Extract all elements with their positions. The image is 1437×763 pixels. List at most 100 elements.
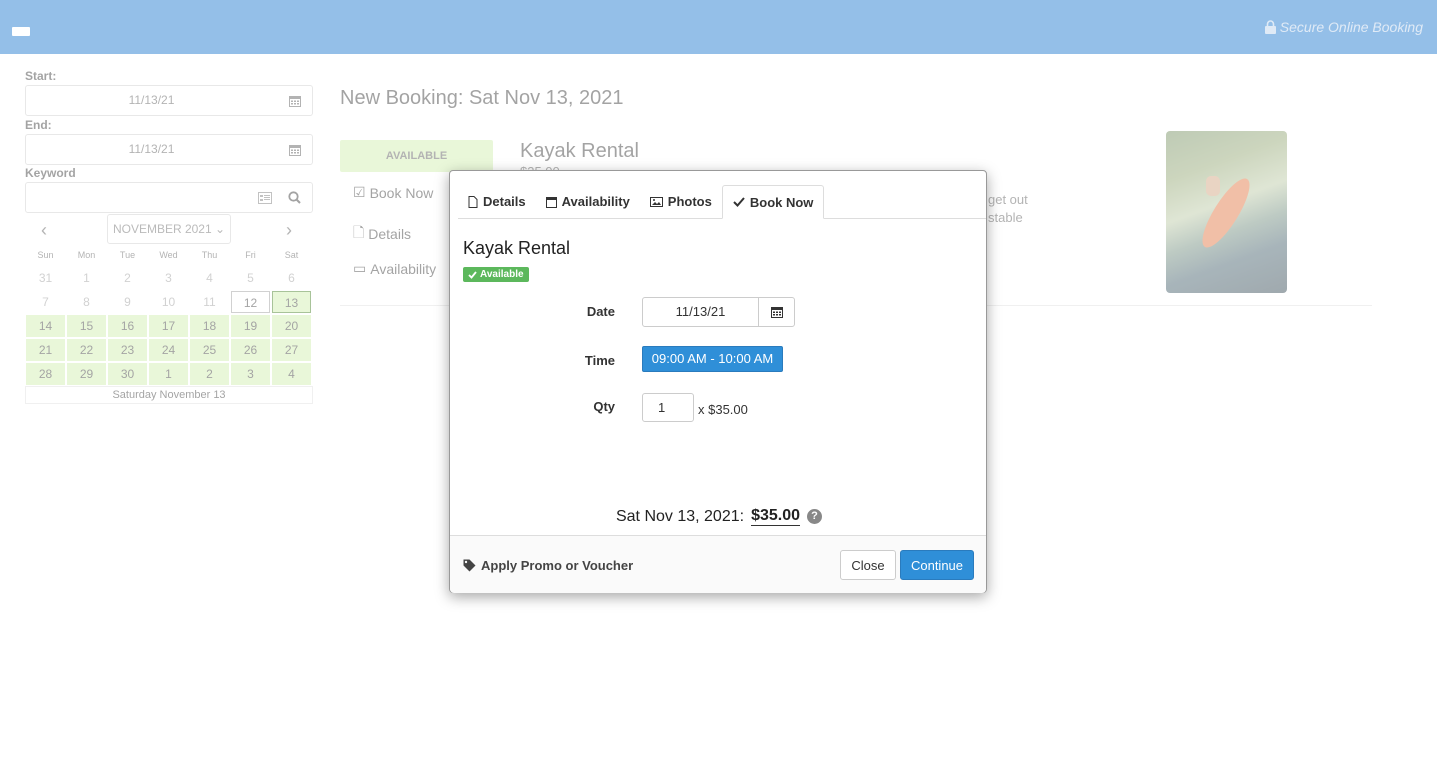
top-bar: Secure Online Booking [0,0,1437,54]
side-link-details[interactable]: 🗋 Details [353,222,411,246]
weekday-label: Mon [77,250,96,260]
available-badge: Available [463,267,529,282]
calendar-day: 4 [206,271,213,285]
weekday-label: Fri [245,250,256,260]
calendar-day[interactable]: 27 [272,339,311,361]
calendar-day[interactable]: 21 [26,339,65,361]
calendar-day[interactable]: 18 [190,315,229,337]
date-label: Date [586,304,615,319]
calendar-grid: 31 1 2 3 4 5 6 7 8 9 10 11 12 13 14 15 16 17 18 19 20 21 22 23 2… [25,266,313,386]
calendar-day[interactable]: 29 [67,363,106,385]
calendar-day[interactable]: 25 [190,339,229,361]
date-calendar-button[interactable] [758,297,795,327]
calendar-day[interactable]: 26 [231,339,270,361]
calendar-day[interactable]: 17 [149,315,188,337]
tab-availability[interactable]: Availability [536,185,640,218]
calendar-day[interactable]: 14 [26,315,65,337]
side-link-book-now[interactable]: ☑ Book Now [353,184,433,201]
calendar-icon [288,144,301,156]
apply-promo-link[interactable]: Apply Promo or Voucher [463,558,633,573]
date-input[interactable]: 11/13/21 [642,297,759,327]
kayak-photo[interactable] [1166,131,1287,293]
end-calendar-button[interactable] [277,134,313,165]
qty-input[interactable]: 1 [642,393,694,422]
modal-product-title: Kayak Rental [463,238,571,258]
calendar-day: 11 [203,295,216,309]
calendar-day: 7 [42,295,49,309]
month-select[interactable]: NOVEMBER 2021 ⌄ [107,214,231,244]
next-month-button[interactable]: › [286,220,292,241]
unit-price: x $35.00 [698,402,748,417]
product-description: get out stable [988,192,1028,225]
image-icon [649,196,663,207]
checkbox-icon: ☑ [353,184,366,200]
calendar-day: 9 [124,295,131,309]
tab-photos[interactable]: Photos [640,185,722,218]
calendar-day[interactable]: 22 [67,339,106,361]
calendar-day[interactable]: 1 [149,363,188,385]
help-icon[interactable]: ? [807,509,823,524]
calendar-icon: ▭ [353,260,367,276]
close-button[interactable]: Close [840,550,896,580]
tab-details[interactable]: Details [458,185,536,218]
calendar-icon [545,196,557,208]
end-label: End: [25,118,52,132]
calendar-day[interactable]: 3 [231,363,270,385]
keyword-input[interactable] [25,182,278,213]
continue-button[interactable]: Continue [900,550,974,580]
start-calendar-button[interactable] [277,85,313,116]
weekday-label: Wed [159,250,178,260]
calendar-day[interactable]: 16 [108,315,147,337]
calendar-icon [288,95,301,107]
calendar-day: 8 [83,295,90,309]
selected-date-footer: Saturday November 13 [25,386,313,404]
calendar-day: 5 [247,271,254,285]
lock-icon [1264,20,1276,34]
search-button[interactable] [277,182,313,213]
time-slot-button[interactable]: 09:00 AM - 10:00 AM [642,346,783,372]
calendar-day: 10 [161,295,176,309]
file-icon: 🗋 [353,224,365,240]
check-icon [468,270,477,279]
weekday-label: Thu [201,250,218,260]
calendar-day[interactable]: 2 [190,363,229,385]
availability-status: AVAILABLE [340,140,493,172]
calendar-day[interactable]: 24 [149,339,188,361]
calendar-day: 3 [165,271,172,285]
time-label: Time [584,353,615,368]
end-date-input[interactable]: 11/13/21 [25,134,278,165]
calendar-day[interactable]: 4 [272,363,311,385]
qty-label: Qty [593,399,615,414]
calendar-day: 31 [38,271,53,285]
file-icon [468,195,478,208]
calendar-day[interactable]: 15 [67,315,106,337]
calendar-day: 2 [124,271,131,285]
calendar-day[interactable]: 30 [108,363,147,385]
prev-month-button[interactable]: ‹ [41,220,47,241]
secure-booking-indicator: Secure Online Booking [1264,19,1423,35]
check-icon [733,197,745,207]
menu-toggle[interactable] [12,27,30,36]
calendar-day[interactable]: 13 [272,291,311,313]
total-label: Sat Nov 13, 2021: [615,507,745,525]
total-summary: Sat Nov 13, 2021: $35.00 ? [450,507,988,526]
total-amount[interactable]: $35.00 [751,507,801,526]
list-icon [258,191,272,209]
calendar-day[interactable]: 19 [231,315,270,337]
side-link-availability[interactable]: ▭ Availability [353,260,436,277]
modal-footer: Apply Promo or Voucher Close Continue [450,535,986,593]
calendar-day[interactable]: 23 [108,339,147,361]
start-date-input[interactable]: 11/13/21 [25,85,278,116]
weekday-label: Sat [284,250,299,260]
product-title: Kayak Rental [520,140,639,162]
calendar-day: 1 [83,271,90,285]
keyword-label: Keyword [25,166,76,180]
calendar-day[interactable]: 12 [231,291,270,313]
modal-tabs: Details Availability Photos Book Now [458,185,986,219]
tab-book-now[interactable]: Book Now [721,185,825,219]
calendar-day[interactable]: 28 [26,363,65,385]
weekday-label: Sun [37,250,54,260]
weekday-label: Tue [119,250,136,260]
calendar-day[interactable]: 20 [272,315,311,337]
date-picker: ‹ NOVEMBER 2021 ⌄ › Sun Mon Tue Wed Thu Fri Sa… [25,214,313,404]
